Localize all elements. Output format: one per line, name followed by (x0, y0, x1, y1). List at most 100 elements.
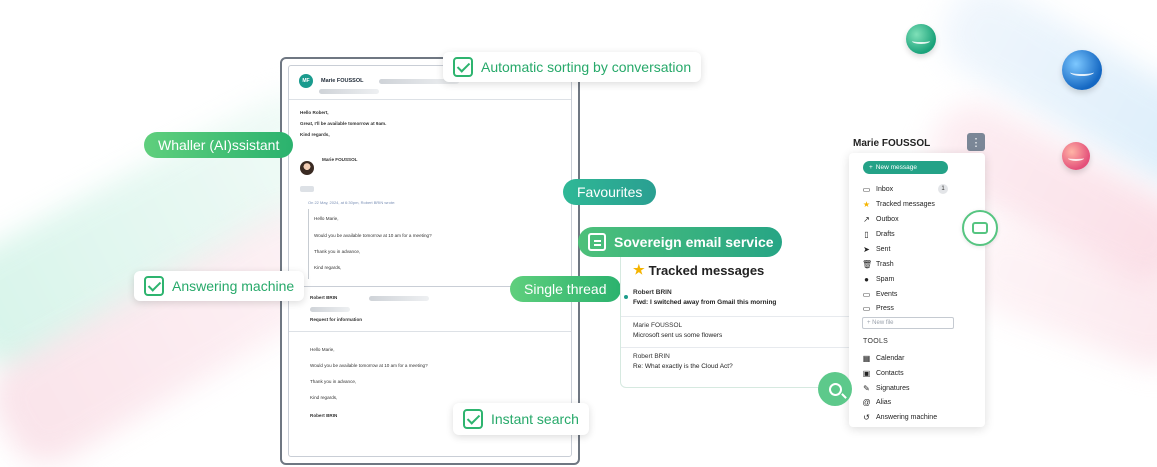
quoted-line: Would you be available tomorrow at 10 am… (314, 233, 432, 238)
sidebar-item-answering-machine[interactable]: ↺ Answering machine (862, 411, 937, 423)
sidebar-item-label: Trash (876, 260, 894, 268)
feature-label: Sovereign email service (614, 234, 774, 250)
sidebar-item-alias[interactable]: @ Alias (862, 396, 891, 408)
sender-name: Robert BRIN (310, 295, 338, 300)
item-subject: Fwd: I switched away from Gmail this mor… (633, 299, 777, 306)
list-item[interactable]: Robert BRIN Re: What exactly is the Clou… (621, 347, 853, 377)
item-sender: Robert BRIN (633, 353, 670, 360)
sidebar-item-label: Outbox (876, 215, 899, 223)
quoted-line: Kind regards, (314, 265, 342, 270)
feature-label: Answering machine (172, 278, 295, 294)
sidebar-item-label: Tracked messages (876, 200, 935, 208)
divider (289, 331, 571, 332)
more-options-button[interactable]: ⋮ (967, 133, 985, 151)
lens-shape (828, 382, 842, 396)
account-name: Marie FOUSSOL (853, 138, 931, 149)
redacted-address (310, 307, 350, 312)
sidebar-item-contacts[interactable]: ▣ Contacts (862, 367, 904, 379)
redacted-address (319, 89, 379, 94)
body-line: Kind regards, (300, 132, 330, 137)
feature-callout-answering: Answering machine (134, 271, 305, 301)
unread-count-badge: 1 (938, 184, 948, 194)
feature-pill-assistant: Whaller (AI)ssistant (144, 132, 294, 158)
body-line: Thank you in advance, (310, 379, 357, 384)
tracked-messages-panel: ★ Tracked messages Robert BRIN Fwd: I sw… (620, 250, 853, 388)
sidebar-item-label: Sent (876, 245, 891, 253)
answering-icon: ↺ (863, 412, 870, 422)
at-icon: @ (862, 397, 871, 407)
sidebar-item-label: Press (876, 304, 894, 312)
panel-title-text: Tracked messages (648, 262, 765, 278)
calendar-icon: ▦ (862, 353, 871, 363)
sidebar-item-press[interactable]: ▭ Press (862, 302, 894, 314)
feature-callout-search: Instant search (453, 403, 589, 435)
quote-bar (308, 209, 309, 279)
sidebar-item-label: Signatures (876, 384, 910, 392)
body-line: Great, I'll be available tomorrow at 9am… (300, 121, 387, 126)
body-line: Kind regards, (310, 395, 338, 400)
quoted-line: Hello Marie, (314, 216, 339, 221)
sidebar-item-inbox[interactable]: ▭ Inbox (862, 183, 893, 195)
sidebar-item-sent[interactable]: ➤ Sent (862, 243, 890, 255)
edit-note-icon (588, 233, 606, 251)
decorative-orb (906, 24, 936, 54)
sidebar-item-label: Calendar (876, 354, 905, 362)
sidebar-item-signatures[interactable]: ✎ Signatures (862, 382, 909, 394)
signature-name: Robert BRIN (310, 413, 338, 418)
divider (289, 99, 571, 100)
feature-pill-single-thread: Single thread (510, 276, 621, 302)
item-sender: Robert BRIN (633, 289, 672, 296)
outbox-icon: ↗ (863, 214, 870, 224)
quote-header: On 22 May, 2024, at 6:30pm, Robert BRIN … (308, 200, 396, 205)
sidebar-item-label: Events (876, 290, 898, 298)
sidebar-item-label: Inbox (876, 185, 894, 193)
sidebar-item-trash[interactable]: 🗑 Trash (862, 258, 894, 270)
signature-name: Marie FOUSSOL (322, 157, 358, 162)
body-line: Hello Robert, (300, 110, 329, 115)
panel-title: ★ Tracked messages (633, 262, 764, 278)
star-icon: ★ (862, 199, 871, 209)
feature-pill-favourites: Favourites (563, 179, 657, 205)
new-message-button[interactable]: + New message (863, 161, 948, 174)
spam-icon: ● (864, 274, 869, 284)
contacts-icon: ▣ (862, 368, 871, 378)
feature-callout-sorting: Automatic sorting by conversation (443, 52, 702, 82)
item-subject: Microsoft sent us some flowers (633, 332, 723, 339)
message-header: MF Marie FOUSSOL (299, 74, 363, 88)
feature-label: Automatic sorting by conversation (481, 59, 692, 75)
sidebar-item-spam[interactable]: ● Spam (862, 273, 894, 285)
list-item[interactable]: Marie FOUSSOL Microsoft sent us some flo… (621, 316, 853, 346)
sidebar-item-tracked[interactable]: ★ Tracked messages (862, 198, 935, 210)
draft-icon: ▯ (864, 229, 869, 239)
checkbox-icon (463, 409, 483, 429)
send-icon: ➤ (863, 244, 870, 254)
item-subject: Re: What exactly is the Cloud Act? (633, 363, 733, 370)
inbox-tray-icon (962, 210, 998, 246)
folder-icon: ▭ (862, 289, 871, 299)
checkbox-icon (144, 276, 164, 296)
avatar (300, 161, 314, 175)
button-label: New message (875, 164, 917, 171)
feature-label: Instant search (491, 411, 579, 427)
item-sender: Marie FOUSSOL (633, 322, 683, 329)
show-quoted-button[interactable] (300, 186, 314, 192)
new-file-input[interactable]: + New file (862, 317, 954, 329)
email-thread: MF Marie FOUSSOL Hello Robert, Great, I'… (288, 65, 572, 457)
plus-icon: + (869, 164, 873, 171)
redacted-address (369, 296, 429, 301)
sidebar-item-drafts[interactable]: ▯ Drafts (862, 228, 895, 240)
sidebar-item-events[interactable]: ▭ Events (862, 288, 898, 300)
sidebar-item-label: Drafts (876, 230, 895, 238)
message-subject: Request for information (310, 317, 363, 322)
quoted-line: Thank you in advance, (314, 249, 361, 254)
sidebar-item-outbox[interactable]: ↗ Outbox (862, 213, 899, 225)
sender-name: Marie FOUSSOL (321, 78, 364, 84)
sidebar-item-label: Spam (876, 275, 895, 283)
trash-icon: 🗑 (862, 259, 873, 269)
folder-icon: ▭ (862, 303, 871, 313)
unread-dot-icon (624, 295, 628, 299)
sidebar-item-calendar[interactable]: ▦ Calendar (862, 352, 905, 364)
body-line: Would you be available tomorrow at 10 am… (310, 363, 428, 368)
list-item[interactable]: Robert BRIN Fwd: I switched away from Gm… (621, 284, 853, 314)
feature-pill-sovereign: Sovereign email service (578, 227, 782, 257)
